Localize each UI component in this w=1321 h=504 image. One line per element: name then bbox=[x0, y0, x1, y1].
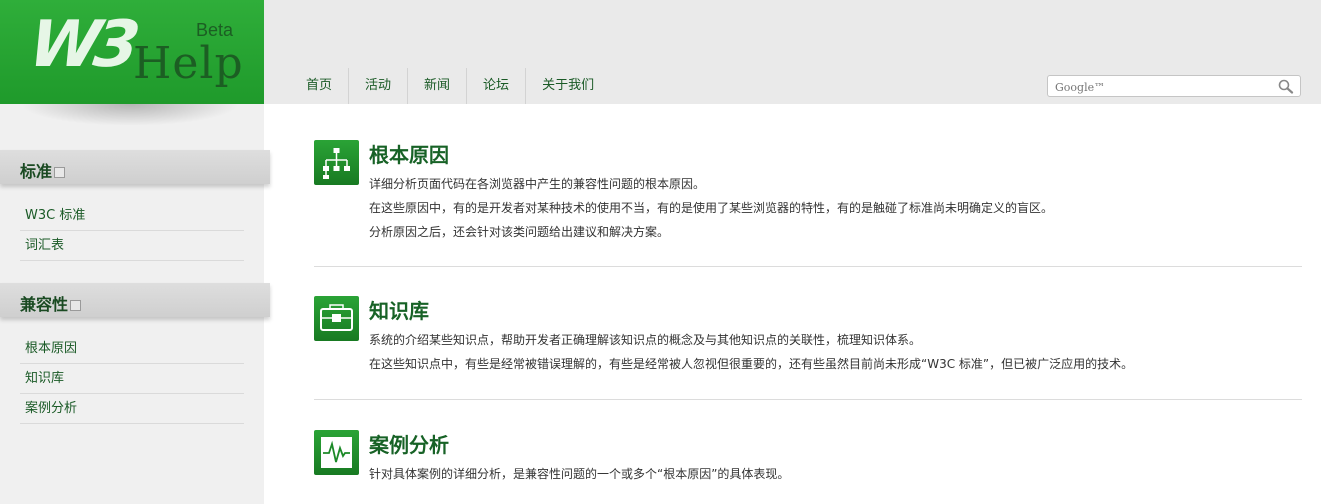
waveform-icon[interactable] bbox=[314, 430, 359, 475]
desc-line: 在这些知识点中，有些是经常被错误理解的，有些是经常被人忽视但很重要的，还有些虽然… bbox=[369, 357, 1134, 371]
main-nav: 首页 活动 新闻 论坛 关于我们 bbox=[290, 68, 610, 104]
sidebar-section-standards[interactable]: 标准 bbox=[0, 150, 270, 184]
w3help-logo[interactable]: W3 Help Beta bbox=[0, 0, 264, 104]
nav-events[interactable]: 活动 bbox=[349, 68, 409, 104]
sidebar-list-standards: W3C 标准 词汇表 bbox=[20, 201, 244, 261]
logo-help: Help bbox=[133, 38, 244, 89]
logo-w3: W3 bbox=[24, 8, 139, 82]
search-box bbox=[1047, 75, 1301, 98]
sidebar-item-case-studies[interactable]: 案例分析 bbox=[20, 394, 244, 424]
desc-line: 详细分析页面代码在各浏览器中产生的兼容性问题的根本原因。 bbox=[369, 177, 706, 191]
entry-title[interactable]: 根本原因 bbox=[369, 139, 449, 168]
entry-description: 详细分析页面代码在各浏览器中产生的兼容性问题的根本原因。 在这些原因中，有的是开… bbox=[369, 172, 1053, 244]
divider bbox=[314, 266, 1302, 267]
desc-line: 系统的介绍某些知识点，帮助开发者正确理解该知识点的概念及与其他知识点的关联性，梳… bbox=[369, 333, 922, 347]
nav-about[interactable]: 关于我们 bbox=[526, 68, 610, 104]
search-input[interactable] bbox=[1048, 77, 1268, 98]
section-title-standards: 标准 bbox=[20, 162, 53, 181]
entry-description: 系统的介绍某些知识点，帮助开发者正确理解该知识点的概念及与其他知识点的关联性，梳… bbox=[369, 328, 1133, 376]
collapse-box-icon[interactable] bbox=[54, 167, 66, 178]
sidebar-item-knowledge-base[interactable]: 知识库 bbox=[20, 364, 244, 394]
nav-home[interactable]: 首页 bbox=[290, 68, 350, 104]
entry-title[interactable]: 案例分析 bbox=[369, 429, 449, 458]
entry-title[interactable]: 知识库 bbox=[369, 295, 429, 324]
sidebar: 标准 W3C 标准 词汇表 兼容性 根本原因 知识库 案例分析 bbox=[0, 104, 270, 504]
desc-line: 在这些原因中，有的是开发者对某种技术的使用不当，有的是使用了某些浏览器的特性，有… bbox=[369, 201, 1054, 215]
sidebar-item-w3c-standards[interactable]: W3C 标准 bbox=[20, 201, 244, 231]
divider bbox=[314, 399, 1302, 400]
header-shadow bbox=[20, 104, 240, 126]
desc-line: 分析原因之后，还会针对该类问题给出建议和解决方案。 bbox=[369, 225, 670, 239]
sidebar-section-compat[interactable]: 兼容性 bbox=[0, 283, 270, 317]
search-icon[interactable] bbox=[1276, 78, 1296, 94]
entry-description: 针对具体案例的详细分析，是兼容性问题的一个或多个“根本原因”的具体表现。 bbox=[369, 462, 789, 486]
sidebar-item-root-causes[interactable]: 根本原因 bbox=[20, 334, 244, 364]
logo-beta: Beta bbox=[196, 20, 234, 40]
desc-line: 针对具体案例的详细分析，是兼容性问题的一个或多个“根本原因”的具体表现。 bbox=[369, 467, 790, 481]
toolbox-icon[interactable] bbox=[314, 296, 359, 341]
collapse-box-icon[interactable] bbox=[70, 300, 82, 311]
header: W3 Help Beta 首页 活动 新闻 论坛 关于我们 bbox=[0, 0, 1321, 104]
sidebar-item-glossary[interactable]: 词汇表 bbox=[20, 231, 244, 261]
sidebar-list-compat: 根本原因 知识库 案例分析 bbox=[20, 334, 244, 424]
nav-forum[interactable]: 论坛 bbox=[467, 68, 527, 104]
hierarchy-icon[interactable] bbox=[314, 140, 359, 185]
nav-news[interactable]: 新闻 bbox=[408, 68, 468, 104]
section-title-compat: 兼容性 bbox=[20, 295, 69, 314]
